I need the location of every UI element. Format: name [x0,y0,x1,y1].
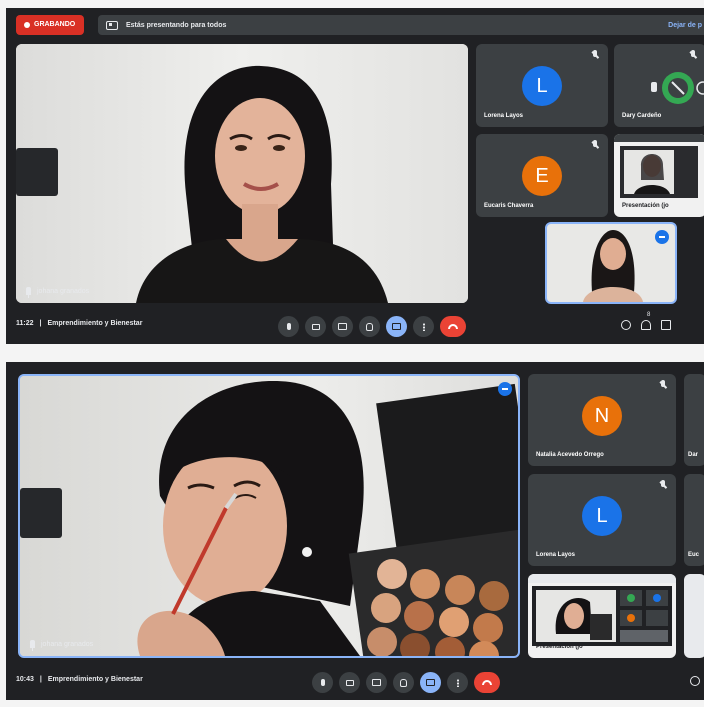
pin-icon[interactable] [30,640,35,651]
info-icon[interactable] [690,676,700,686]
call-controls [278,316,466,337]
captions-icon [338,323,347,330]
participant-name: johana granados [37,287,90,295]
mic-button[interactable] [312,672,333,693]
tile-name: Dary Cardeño [622,113,662,119]
avatar: L [522,66,562,106]
tile-name: Lorena Layos [536,552,576,558]
mic-off-icon [590,140,600,150]
mic-off-icon [688,50,698,60]
raise-hand-button[interactable] [393,672,414,693]
participant-tile[interactable]: Dary Cardeño [614,44,704,127]
present-button[interactable] [420,672,441,693]
participant-tile[interactable]: L Lorena Layos [528,474,676,566]
phone-hangup-icon [482,680,492,685]
mic-button[interactable] [278,316,299,337]
participant-tile[interactable]: Euc [684,474,704,566]
hand-icon [400,678,407,687]
participant-name-tag: johana granados [30,640,94,651]
tile-name: Presentación (jo [536,644,583,650]
tile-name: Presentación (jo [622,203,669,209]
more-vert-icon [422,322,425,331]
present-button[interactable] [386,316,407,337]
record-dot-icon [24,22,30,28]
participant-tile[interactable]: Dar [684,374,704,466]
phone-hangup-icon [448,324,458,329]
meeting-time: 11:22 [16,320,34,327]
avatar: E [522,156,562,196]
stop-presenting-button[interactable]: Dejar de p [668,22,702,29]
presenting-banner: Estás presentando para todos Dejar de p [98,15,704,35]
call-controls [312,672,500,693]
hand-icon [366,322,373,331]
participant-tile[interactable]: L Lorena Layos [476,44,608,127]
presenting-text: Estás presentando para todos [126,21,227,29]
camera-button[interactable] [339,672,360,693]
people-button[interactable]: 8 [641,312,651,330]
recording-label: GRABANDO [34,21,76,28]
speaker-video [16,44,468,303]
mic-off-icon [658,480,668,490]
mic-off-icon [590,50,600,60]
more-options-button[interactable] [413,316,434,337]
meeting-title: Emprendimiento y Bienestar [47,320,143,327]
main-video-tile[interactable]: johana granados [16,44,468,303]
mic-icon [320,679,325,686]
leave-call-button[interactable] [474,672,500,693]
present-screen-icon [106,20,118,30]
present-icon [426,679,435,686]
separator: | [39,320,42,327]
participant-tile[interactable]: E Eucaris Chaverra [476,134,608,217]
tile-name: Euc [688,552,700,558]
more-vert-icon [456,678,459,687]
chat-icon[interactable] [661,320,671,330]
tile-name: Natalia Acevedo Orrego [536,452,604,458]
mic-off-icon [658,380,668,390]
people-count: 8 [647,312,651,318]
speaker-video [20,376,518,656]
speaking-indicator-icon [498,382,512,396]
bottom-bar: 11:22 | Emprendimiento y Bienestar 8 [6,310,704,344]
avatar: L [582,496,622,536]
meet-window-top: GRABANDO Estás presentando para todos De… [6,8,704,344]
presentation-tile[interactable]: Presentación (jo [614,134,704,217]
participant-tile[interactable] [684,574,704,658]
participant-tile[interactable]: N Natalia Acevedo Orrego [528,374,676,466]
captions-button[interactable] [332,316,353,337]
meeting-info: 10:43 | Emprendimiento y Bienestar [16,676,143,683]
participant-name: johana granados [41,640,94,648]
tile-name: Lorena Layos [484,113,524,119]
meeting-title: Emprendimiento y Bienestar [47,676,143,683]
more-options-button[interactable] [447,672,468,693]
tile-name: Eucaris Chaverra [484,203,534,209]
avatar: N [582,396,622,436]
speaking-indicator-icon [655,230,669,244]
side-controls [690,676,700,686]
camera-icon [345,679,354,686]
camera-button[interactable] [305,316,326,337]
captions-icon [372,679,381,686]
separator: | [39,676,42,683]
tile-name: Dar [688,452,699,458]
self-view-tile[interactable] [545,222,677,304]
pin-icon[interactable] [26,287,31,298]
leave-call-button[interactable] [440,316,466,337]
raise-hand-button[interactable] [359,316,380,337]
meeting-time: 10:43 [16,676,34,683]
main-video-tile[interactable]: johana granados [18,374,520,658]
info-icon[interactable] [621,320,631,330]
camera-icon [311,323,320,330]
side-controls: 8 [621,312,671,330]
participant-name-tag: johana granados [26,287,90,298]
recording-badge[interactable]: GRABANDO [16,15,85,35]
captions-button[interactable] [366,672,387,693]
top-bar: GRABANDO Estás presentando para todos De… [6,8,704,42]
bottom-bar: 10:43 | Emprendimiento y Bienestar [6,666,704,700]
presentation-tile[interactable]: Presentación (jo [528,574,676,658]
meeting-info: 11:22 | Emprendimiento y Bienestar [16,320,142,327]
present-icon [392,323,401,330]
mic-icon [286,323,291,330]
meet-window-bottom: johana granados N Natalia Acevedo Orrego… [6,362,704,700]
people-icon [641,320,651,330]
